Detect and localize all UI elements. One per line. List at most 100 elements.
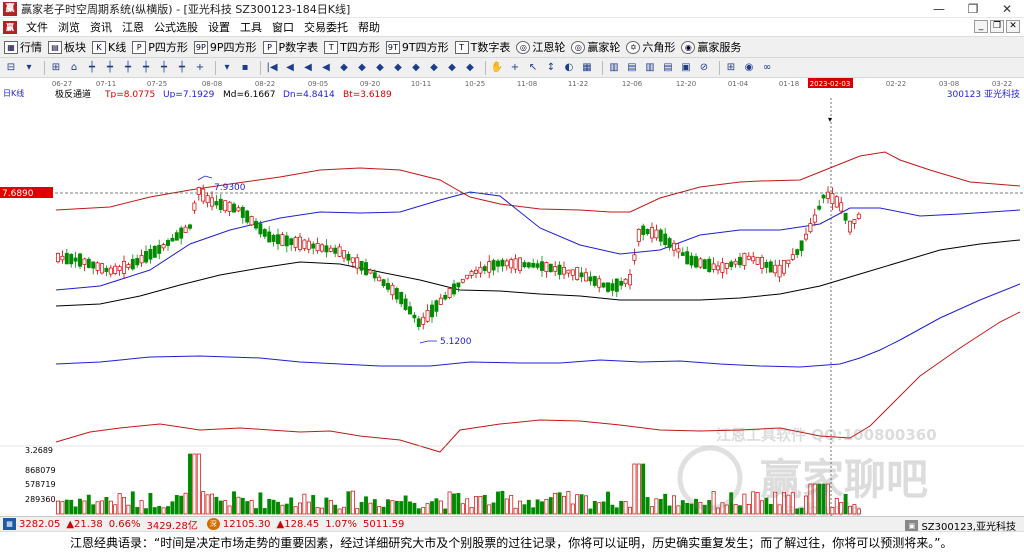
toolbar-item-winner-service[interactable]: ◉ 赢家服务	[681, 39, 741, 55]
draw-tool-button-35[interactable]: ▣	[679, 61, 693, 75]
candle-body	[64, 252, 69, 265]
index-sz-icon[interactable]: 深	[206, 518, 220, 530]
volume-bar	[324, 497, 329, 515]
draw-tool-button-36[interactable]: ⊘	[697, 61, 711, 75]
draw-tool-button-32[interactable]: ▤	[625, 61, 639, 75]
menu-window[interactable]: 窗口	[267, 19, 299, 35]
menu-tools[interactable]: 工具	[235, 19, 267, 35]
menu-info[interactable]: 资讯	[85, 19, 117, 35]
draw-tool-button-14[interactable]: ◀	[283, 61, 297, 75]
volume-bar	[834, 498, 839, 515]
toolbar-item-gann-wheel[interactable]: ◎ 江恩轮	[516, 39, 565, 55]
draw-tool-button-5[interactable]: ┿	[103, 61, 117, 75]
stock-info-icon[interactable]: ▣	[905, 519, 919, 532]
mdi-close-button[interactable]: ✕	[1006, 20, 1020, 33]
draw-tool-button-11[interactable]: ▾	[220, 61, 234, 75]
draw-tool-button-3[interactable]: ⌂	[67, 61, 81, 75]
toolbar-item-p-square[interactable]: P P四方形	[132, 39, 188, 55]
candle-body	[126, 264, 131, 269]
volume-bar	[320, 507, 324, 515]
draw-tool-button-17[interactable]: ◆	[337, 61, 351, 75]
toolbar-item-kline[interactable]: K K线	[92, 39, 126, 55]
high-label: 7.9300	[214, 183, 246, 193]
minimize-button[interactable]: —	[922, 0, 956, 18]
menu-trade[interactable]: 交易委托	[299, 19, 353, 35]
toolbar-item-t-square[interactable]: T T四方形	[324, 39, 380, 55]
toolbar-item-label: 9T四方形	[401, 41, 449, 54]
toolbar-item-grid[interactable]: ▦ 行情	[4, 39, 42, 55]
index-sh-icon[interactable]: ▦	[3, 518, 16, 530]
volume-bar	[852, 504, 857, 515]
menu-file[interactable]: 文件	[21, 19, 53, 35]
candle-body	[636, 228, 641, 242]
draw-tool-button-8[interactable]: ┿	[157, 61, 171, 75]
menu-help[interactable]: 帮助	[353, 19, 385, 35]
draw-tool-button-16[interactable]: ◀	[319, 61, 333, 75]
close-button[interactable]: ✕	[990, 0, 1024, 18]
menu-settings[interactable]: 设置	[203, 19, 235, 35]
price-marker-label: 7.6890	[2, 189, 34, 199]
toolbar-item-9t-square[interactable]: 9T 9T四方形	[385, 39, 449, 55]
sz-index-change: ▲128.45	[276, 518, 320, 530]
draw-tool-button-24[interactable]: ◆	[463, 61, 477, 75]
draw-tool-button-19[interactable]: ◆	[373, 61, 387, 75]
draw-tool-button-34[interactable]: ▤	[661, 61, 675, 75]
draw-tool-button-0[interactable]: ⊟	[4, 61, 18, 75]
toolbar-item-t-table[interactable]: T T数字表	[454, 39, 510, 55]
draw-tool-button-22[interactable]: ◆	[427, 61, 441, 75]
candle-body	[298, 236, 302, 250]
candle-body	[526, 262, 531, 268]
draw-tool-button-29[interactable]: ◐	[562, 61, 576, 75]
volume-bar	[504, 498, 509, 515]
draw-tool-button-23[interactable]: ◆	[445, 61, 459, 75]
draw-tool-button-13[interactable]: |◀	[265, 61, 279, 75]
menu-gann[interactable]: 江恩	[117, 19, 149, 35]
volume-bar	[478, 495, 483, 515]
candle-body	[399, 291, 404, 305]
volume-bar	[548, 497, 553, 515]
indicator-param: Tp=8.0775	[104, 90, 155, 98]
draw-tool-button-18[interactable]: ◆	[355, 61, 369, 75]
mdi-minimize-button[interactable]: _	[974, 20, 988, 33]
draw-tool-button-7[interactable]: ┿	[139, 61, 153, 75]
toolbar-item-winner-wheel[interactable]: ◎ 赢家轮	[571, 39, 620, 55]
candle-body	[113, 265, 118, 274]
volume-bar	[654, 498, 659, 515]
maximize-button[interactable]: ❐	[956, 0, 990, 18]
volume-bar	[694, 498, 698, 515]
draw-tool-button-6[interactable]: ┿	[121, 61, 135, 75]
draw-tool-button-31[interactable]: ▥	[607, 61, 621, 75]
toolbar-item-hexagon[interactable]: ✡ 六角形	[626, 39, 675, 55]
toolbar-item-9p-square[interactable]: 9P 9P四方形	[193, 39, 257, 55]
draw-tool-button-27[interactable]: ↖	[526, 61, 540, 75]
draw-tool-button-26[interactable]: +	[508, 61, 522, 75]
draw-tool-button-1[interactable]: ▾	[22, 61, 36, 75]
candle-body	[474, 269, 478, 274]
kline-chart[interactable]: 7.6890 ▾ 7.9300 5.1200 3.2689 868079 578719 289…	[0, 98, 1024, 516]
draw-tool-button-37[interactable]: ⊞	[724, 61, 738, 75]
toolbar-item-blocks[interactable]: ▤ 板块	[48, 39, 86, 55]
draw-tool-button-12[interactable]: ▪	[238, 61, 252, 75]
draw-tool-button-20[interactable]: ◆	[391, 61, 405, 75]
draw-tool-button-39[interactable]: ∞	[760, 61, 774, 75]
menu-browse[interactable]: 浏览	[53, 19, 85, 35]
toolbar-item-label: 六角形	[642, 41, 676, 54]
draw-tool-button-4[interactable]: ┿	[85, 61, 99, 75]
draw-tool-button-9[interactable]: ┿	[175, 61, 189, 75]
draw-tool-button-30[interactable]: ▦	[580, 61, 594, 75]
volume-bar	[447, 491, 452, 515]
draw-tool-button-15[interactable]: ◀	[301, 61, 315, 75]
draw-tool-button-28[interactable]: ↕	[544, 61, 558, 75]
menu-formula[interactable]: 公式选股	[149, 19, 203, 35]
draw-tool-button-10[interactable]: +	[193, 61, 207, 75]
draw-tool-button-33[interactable]: ▥	[643, 61, 657, 75]
draw-tool-button-25[interactable]: ✋	[490, 61, 504, 75]
draw-tool-button-21[interactable]: ◆	[409, 61, 423, 75]
mdi-restore-button[interactable]: ❐	[990, 20, 1004, 33]
volume-bar	[570, 503, 575, 515]
candle-body	[284, 235, 289, 247]
draw-tool-button-2[interactable]: ⊞	[49, 61, 63, 75]
toolbar-item-p-table[interactable]: P P数字表	[262, 39, 318, 55]
volume-tick: 3.2689	[25, 446, 53, 455]
draw-tool-button-38[interactable]: ◉	[742, 61, 756, 75]
